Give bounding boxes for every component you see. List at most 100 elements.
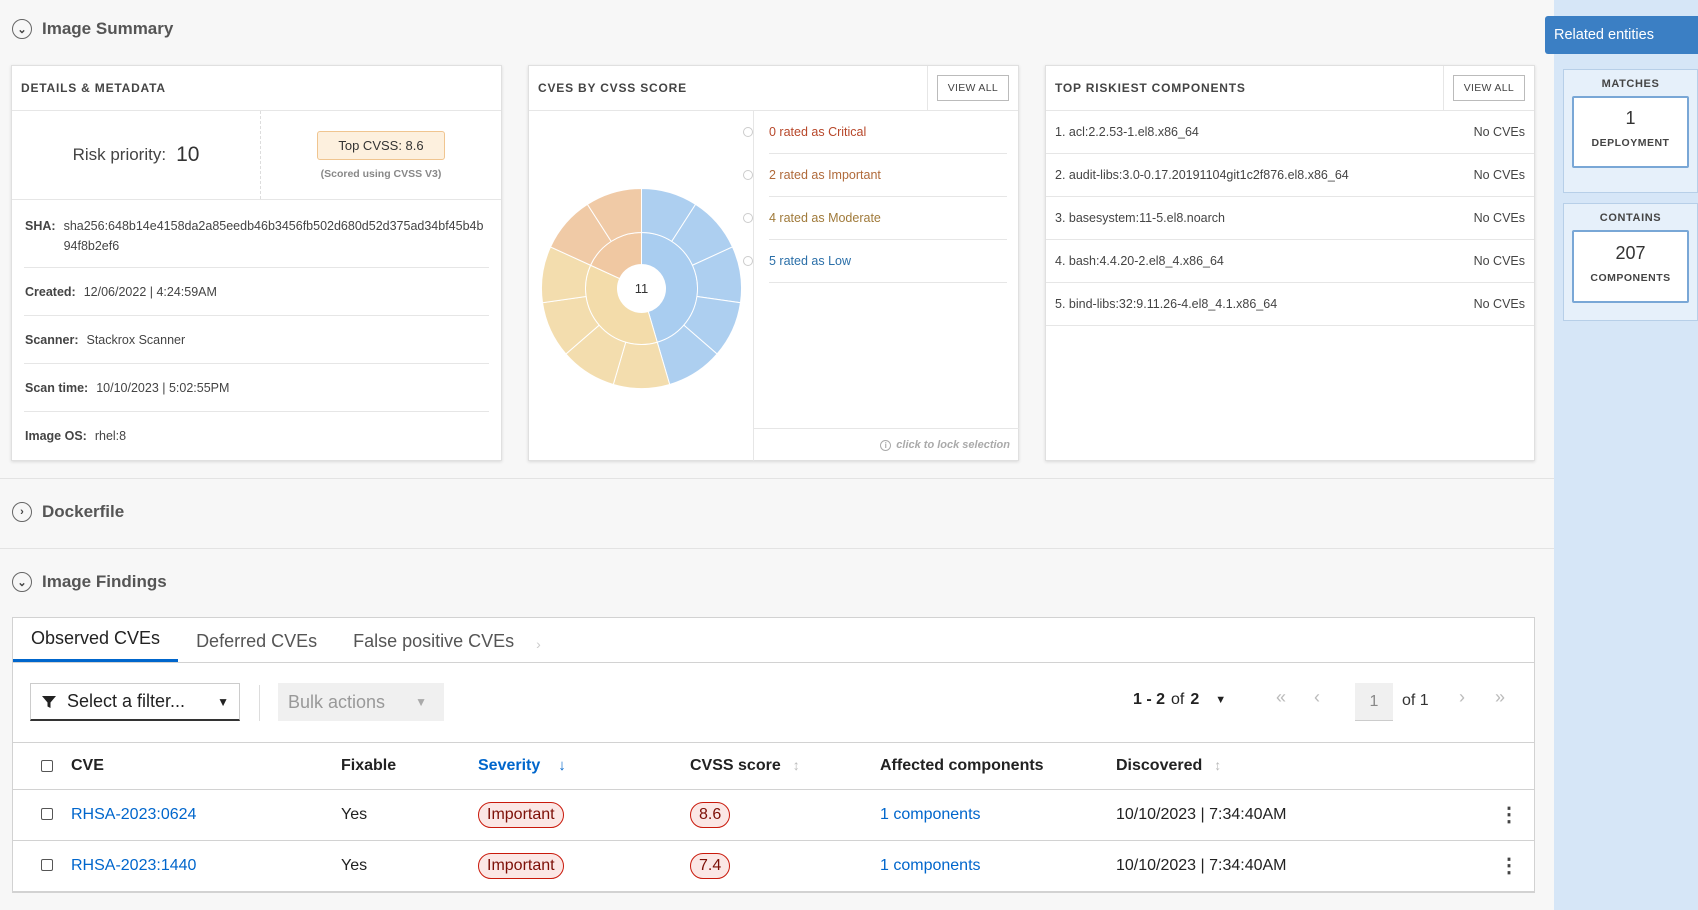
- scanner-row: Scanner: Stackrox Scanner: [24, 316, 489, 364]
- page-of-total: of 1: [1402, 692, 1429, 709]
- image-summary-header[interactable]: ⌄ Image Summary: [12, 19, 173, 39]
- top-riskiest-components-card: TOP RISKIEST COMPONENTS VIEW ALL 1. acl:…: [1045, 65, 1535, 461]
- view-all-cves: VIEW ALL: [926, 65, 1018, 111]
- card-header: TOP RISKIEST COMPONENTS VIEW ALL: [1046, 65, 1534, 111]
- previous-page-icon[interactable]: ‹: [1314, 687, 1320, 708]
- affected-components-link[interactable]: 1 components: [880, 857, 981, 874]
- column-severity-label: Severity: [478, 756, 541, 774]
- row-select-cell: [13, 789, 71, 841]
- chevron-down-icon[interactable]: ⌄: [12, 19, 32, 39]
- components-tile[interactable]: 207 COMPONENTS: [1572, 230, 1689, 303]
- component-name[interactable]: 4. bash:4.4.20-2.el8_4.x86_64: [1055, 254, 1224, 268]
- component-cves: No CVEs: [1473, 254, 1525, 268]
- card-title: DETAILS & METADATA: [21, 81, 166, 95]
- column-cve[interactable]: CVE: [71, 743, 341, 790]
- meta-value: rhel:8: [94, 429, 127, 443]
- component-row[interactable]: 1. acl:2.2.53-1.el8.x86_64 No CVEs: [1046, 111, 1534, 154]
- legend-moderate[interactable]: 4 rated as Moderate: [743, 197, 1007, 240]
- image-findings-header[interactable]: ⌄ Image Findings: [12, 572, 167, 592]
- info-icon: i: [880, 439, 892, 451]
- first-page-icon[interactable]: «: [1276, 687, 1286, 708]
- lock-hint-text: click to lock selection: [896, 439, 1010, 451]
- cve-link[interactable]: RHSA-2023:0624: [71, 806, 196, 823]
- actions-column: [1496, 743, 1534, 790]
- view-all-button[interactable]: VIEW ALL: [1452, 75, 1525, 101]
- filter-select[interactable]: Select a filter... ▼: [30, 683, 240, 721]
- component-row[interactable]: 3. basesystem:11-5.el8.noarch No CVEs: [1046, 197, 1534, 240]
- meta-value: Stackrox Scanner: [86, 332, 186, 347]
- caret-down-icon: ▼: [1215, 694, 1227, 706]
- page-number-input[interactable]: 1: [1355, 683, 1393, 721]
- component-row[interactable]: 4. bash:4.4.20-2.el8_4.x86_64 No CVEs: [1046, 240, 1534, 283]
- chevron-right-icon[interactable]: ›: [12, 502, 32, 522]
- tabs-scroll-right-icon[interactable]: ›: [532, 617, 559, 662]
- image-os-row: Image OS: rhel:8: [24, 412, 489, 460]
- cvss-badge: 8.6: [690, 801, 731, 828]
- sort-descending-icon: ↓: [558, 756, 566, 774]
- main-content: ⌄ Image Summary DETAILS & METADATA Risk …: [0, 0, 1554, 910]
- row-checkbox[interactable]: [41, 808, 53, 821]
- matches-title: MATCHES: [1601, 78, 1660, 90]
- meta-key: SHA:: [25, 219, 56, 233]
- component-row[interactable]: 5. bind-libs:32:9.11.26-4.el8_4.1.x86_64…: [1046, 283, 1534, 326]
- related-entities-header[interactable]: Related entities: [1545, 16, 1698, 54]
- affected-components-link[interactable]: 1 components: [880, 806, 981, 823]
- table-row: RHSA-2023:0624 Yes Important 8.6 1 compo…: [13, 789, 1534, 841]
- cvss-version-note: (Scored using CVSS V3): [320, 167, 442, 180]
- discovered-value: 10/10/2023 | 7:34:40AM: [1116, 789, 1496, 841]
- sha-row: SHA: sha256:648b14e4158da2a85eedb46b3456…: [24, 200, 489, 268]
- column-severity[interactable]: Severity ↓: [478, 743, 690, 790]
- component-name[interactable]: 5. bind-libs:32:9.11.26-4.el8_4.1.x86_64: [1055, 297, 1277, 311]
- legend-dot-icon: [743, 170, 753, 180]
- cve-link[interactable]: RHSA-2023:1440: [71, 857, 196, 874]
- row-actions-kebab-icon[interactable]: ⋮: [1499, 855, 1519, 877]
- deployment-tile[interactable]: 1 DEPLOYMENT: [1572, 96, 1689, 168]
- select-all-checkbox[interactable]: [41, 759, 53, 772]
- cve-table: CVE Fixable Severity ↓ CVSS score ↕ Affect…: [13, 743, 1534, 892]
- row-checkbox[interactable]: [41, 859, 53, 872]
- row-actions-kebab-icon[interactable]: ⋮: [1499, 804, 1519, 826]
- bulk-actions-button[interactable]: Bulk actions ▼: [278, 683, 444, 721]
- next-page-icon[interactable]: ›: [1459, 687, 1465, 708]
- tab-deferred-cves[interactable]: Deferred CVEs: [178, 617, 335, 662]
- last-page-icon[interactable]: »: [1495, 687, 1505, 708]
- column-cvss[interactable]: CVSS score ↕: [690, 743, 880, 790]
- column-discovered[interactable]: Discovered ↕: [1116, 743, 1496, 790]
- column-discovered-label: Discovered: [1116, 756, 1203, 774]
- pagination-toggle[interactable]: 1 - 2 of 2 ▼: [1133, 691, 1226, 709]
- legend-low[interactable]: 5 rated as Low: [743, 240, 1007, 283]
- component-name[interactable]: 2. audit-libs:3.0-0.17.20191104git1c2f87…: [1055, 168, 1349, 182]
- legend-critical[interactable]: 0 rated as Critical: [743, 111, 1007, 154]
- severity-badge: Important: [478, 852, 564, 879]
- component-cves: No CVEs: [1473, 125, 1525, 139]
- pager-range: 1 - 2: [1133, 691, 1166, 708]
- pager-of: of: [1171, 691, 1185, 708]
- row-select-cell: [13, 840, 71, 892]
- legend-label: 4 rated as Moderate: [769, 211, 881, 225]
- section-divider: [0, 478, 1554, 479]
- risk-priority-value: 10: [176, 143, 200, 166]
- tab-observed-cves[interactable]: Observed CVEs: [13, 617, 179, 662]
- risk-priority: Risk priority: 10: [12, 111, 261, 199]
- legend-label: 5 rated as Low: [769, 254, 851, 268]
- lock-hint: i click to lock selection: [753, 428, 1019, 461]
- legend-important[interactable]: 2 rated as Important: [743, 154, 1007, 197]
- filter-label: Select a filter...: [67, 691, 186, 711]
- meta-value: 12/06/2022 | 4:24:59AM: [83, 284, 217, 299]
- created-row: Created: 12/06/2022 | 4:24:59AM: [24, 268, 489, 316]
- card-title: CVES BY CVSS SCORE: [538, 81, 687, 95]
- cvss-sunburst-chart[interactable]: 11: [539, 186, 744, 391]
- meta-key: Scanner:: [25, 332, 79, 347]
- meta-key: Image OS:: [25, 429, 87, 443]
- meta-key: Scan time:: [25, 380, 89, 395]
- dockerfile-header[interactable]: › Dockerfile: [12, 502, 124, 522]
- component-name[interactable]: 1. acl:2.2.53-1.el8.x86_64: [1055, 125, 1199, 139]
- view-all-button[interactable]: VIEW ALL: [936, 75, 1009, 101]
- tab-false-positive-cves[interactable]: False positive CVEs: [335, 617, 532, 662]
- card-header: CVES BY CVSS SCORE VIEW ALL: [529, 65, 1018, 111]
- chevron-down-icon[interactable]: ⌄: [12, 572, 32, 592]
- component-name[interactable]: 3. basesystem:11-5.el8.noarch: [1055, 211, 1225, 225]
- component-row[interactable]: 2. audit-libs:3.0-0.17.20191104git1c2f87…: [1046, 154, 1534, 197]
- meta-key: Created:: [25, 284, 76, 299]
- view-all-components: VIEW ALL: [1442, 65, 1534, 111]
